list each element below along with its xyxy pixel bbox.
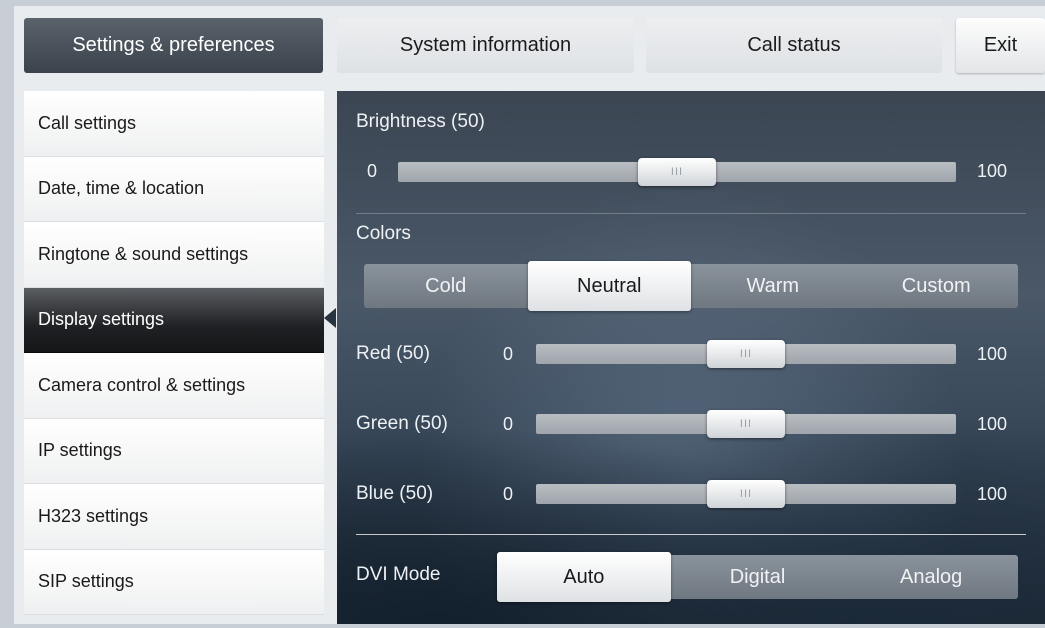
red-min: 0 bbox=[503, 344, 514, 364]
red-max: 100 bbox=[977, 344, 1008, 364]
active-item-pointer bbox=[324, 308, 336, 328]
top-tab-bar: Settings & preferences System informatio… bbox=[24, 18, 1045, 73]
tab-settings-preferences[interactable]: Settings & preferences bbox=[24, 18, 323, 73]
colors-option-cold[interactable]: Cold bbox=[364, 264, 528, 308]
green-label: Green (50) bbox=[356, 413, 448, 434]
sidebar-item-sip-settings[interactable]: SIP settings bbox=[24, 549, 324, 615]
sidebar-item-label: SIP settings bbox=[38, 571, 134, 592]
display-settings-panel: Brightness (50) 0 III 100 Colors Cold Ne… bbox=[337, 91, 1045, 624]
dvi-option-analog[interactable]: Analog bbox=[844, 555, 1018, 599]
sidebar-item-call-settings[interactable]: Call settings bbox=[24, 91, 324, 157]
blue-slider[interactable]: III bbox=[536, 480, 956, 508]
tab-call-status[interactable]: Call status bbox=[646, 18, 942, 73]
divider bbox=[356, 534, 1026, 535]
sidebar-item-label: H323 settings bbox=[38, 505, 149, 526]
green-slider-handle[interactable]: III bbox=[707, 410, 785, 438]
brightness-max: 100 bbox=[977, 161, 1008, 181]
sidebar-item-label: Camera control & settings bbox=[38, 374, 246, 395]
exit-button[interactable]: Exit bbox=[956, 18, 1045, 73]
green-min: 0 bbox=[503, 414, 514, 434]
colors-option-custom[interactable]: Custom bbox=[855, 264, 1019, 308]
sidebar-item-label: Date, time & location bbox=[38, 178, 205, 199]
green-max: 100 bbox=[977, 414, 1008, 434]
green-slider[interactable]: III bbox=[536, 410, 956, 438]
sidebar-item-ip-settings[interactable]: IP settings bbox=[24, 418, 324, 484]
blue-slider-handle[interactable]: III bbox=[707, 480, 785, 508]
colors-segmented-control: Cold Neutral Warm Custom bbox=[364, 261, 1019, 311]
blue-max: 100 bbox=[977, 484, 1008, 504]
dvi-option-auto[interactable]: Auto bbox=[497, 552, 671, 602]
sidebar-item-label: Call settings bbox=[38, 112, 137, 133]
sidebar: Call settings Date, time & location Ring… bbox=[24, 91, 324, 615]
sidebar-item-label: IP settings bbox=[38, 440, 122, 461]
sidebar-item-label: Ringtone & sound settings bbox=[38, 243, 249, 264]
sidebar-item-ringtone-sound[interactable]: Ringtone & sound settings bbox=[24, 222, 324, 288]
sidebar-item-h323-settings[interactable]: H323 settings bbox=[24, 484, 324, 550]
dvi-mode-label: DVI Mode bbox=[356, 564, 441, 585]
brightness-slider-handle[interactable]: III bbox=[638, 158, 716, 186]
red-slider-handle[interactable]: III bbox=[707, 340, 785, 368]
colors-option-warm[interactable]: Warm bbox=[691, 264, 855, 308]
red-label: Red (50) bbox=[356, 343, 430, 364]
blue-label: Blue (50) bbox=[356, 483, 434, 504]
blue-min: 0 bbox=[503, 484, 514, 504]
sidebar-item-label: Display settings bbox=[38, 309, 165, 330]
brightness-slider[interactable]: III bbox=[398, 158, 956, 186]
colors-option-neutral[interactable]: Neutral bbox=[527, 261, 691, 311]
sidebar-item-camera-control[interactable]: Camera control & settings bbox=[24, 353, 324, 419]
dvi-option-digital[interactable]: Digital bbox=[671, 555, 845, 599]
dvi-mode-segmented-control: Auto Digital Analog bbox=[497, 552, 1018, 602]
colors-label: Colors bbox=[356, 223, 411, 244]
sidebar-item-date-time-location[interactable]: Date, time & location bbox=[24, 156, 324, 222]
sidebar-item-display-settings[interactable]: Display settings bbox=[24, 287, 324, 353]
brightness-min: 0 bbox=[367, 161, 378, 181]
divider bbox=[356, 213, 1026, 214]
tab-system-information[interactable]: System information bbox=[337, 18, 634, 73]
brightness-label: Brightness (50) bbox=[356, 111, 485, 132]
red-slider[interactable]: III bbox=[536, 340, 956, 368]
